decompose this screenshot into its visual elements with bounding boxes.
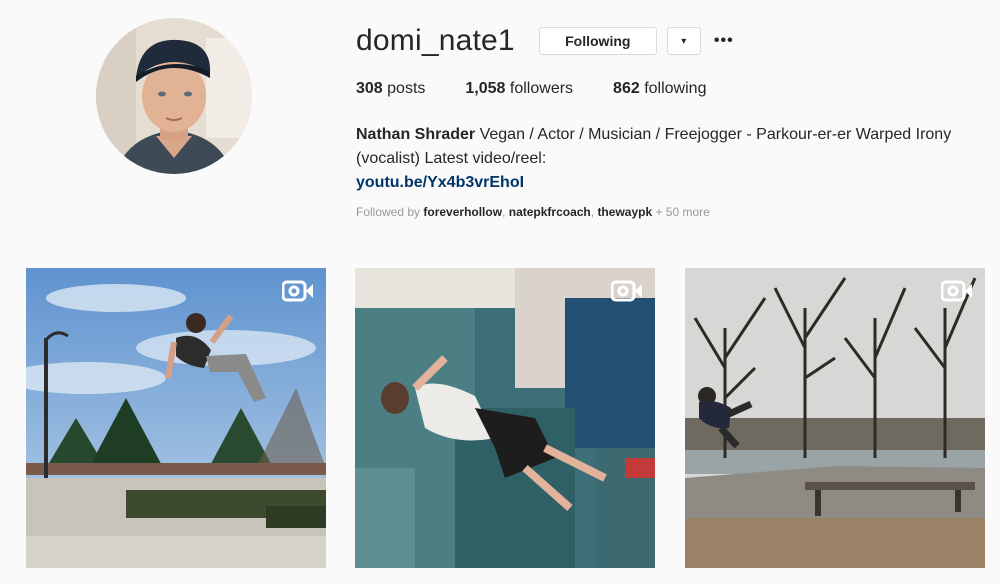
following-button[interactable]: Following [538, 27, 657, 55]
video-camera-icon [941, 280, 972, 302]
posts-count: 308 [356, 80, 383, 97]
following-count: 862 [613, 80, 640, 97]
posts-label: posts [387, 80, 426, 97]
post-thumbnail[interactable] [26, 268, 326, 568]
profile-full-name: Nathan Shrader [356, 126, 476, 143]
video-camera-icon [611, 280, 642, 302]
following-stat[interactable]: 862 following [613, 80, 706, 98]
more-options-icon[interactable]: ••• [713, 27, 735, 55]
profile-username: domi_nate1 [356, 24, 515, 57]
posts-stat: 308 posts [356, 80, 425, 98]
profile-bio: Nathan Shrader Vegan / Actor / Musician … [356, 123, 996, 195]
following-label: following [644, 80, 707, 97]
post-image [685, 268, 985, 568]
chevron-down-icon[interactable]: ▾ [666, 27, 701, 55]
profile-title-row: domi_nate1 Following ▾ ••• [356, 22, 1000, 60]
video-camera-icon [282, 280, 313, 302]
profile-avatar[interactable] [96, 18, 252, 174]
followers-stat[interactable]: 1,058 followers [465, 80, 573, 98]
followed-by-user[interactable]: thewaypk [597, 205, 652, 219]
followed-by: Followed by foreverhollow, natepkfrcoach… [356, 205, 710, 219]
followers-label: followers [509, 80, 574, 97]
post-image [355, 268, 655, 568]
followed-by-user[interactable]: natepkfrcoach [509, 205, 591, 219]
profile-header: domi_nate1 Following ▾ ••• 308 posts 1,0… [356, 22, 1000, 219]
separator: , [502, 205, 509, 219]
profile-stats: 308 posts 1,058 followers 862 following [356, 80, 746, 98]
avatar-image [96, 18, 252, 174]
followed-by-prefix: Followed by [356, 205, 424, 219]
followed-by-more[interactable]: + 50 more [652, 205, 709, 219]
post-thumbnail[interactable] [355, 268, 655, 568]
bio-link[interactable]: youtu.be/Yx4b3vrEhoI [356, 171, 996, 195]
followed-by-user[interactable]: foreverhollow [423, 205, 502, 219]
followers-count: 1,058 [465, 80, 506, 97]
post-image [26, 268, 326, 568]
post-thumbnail[interactable] [685, 268, 985, 568]
